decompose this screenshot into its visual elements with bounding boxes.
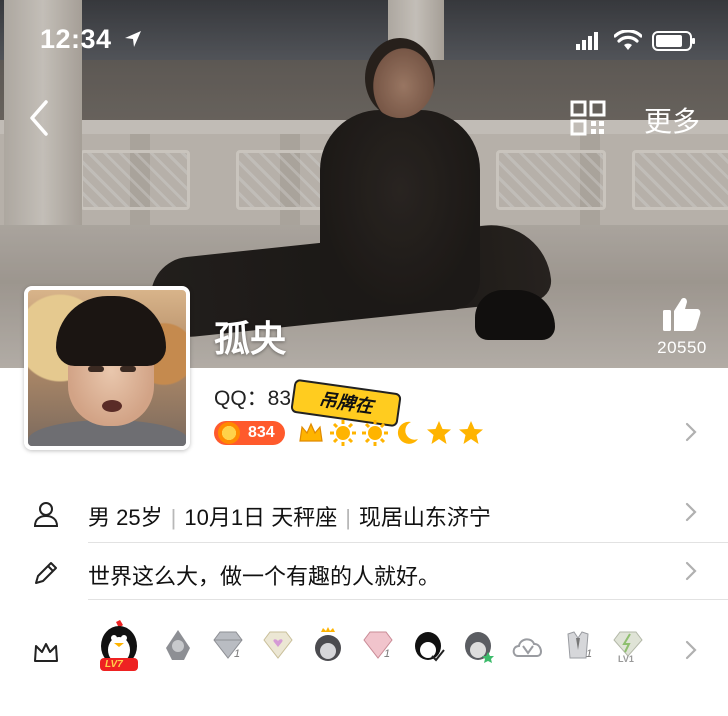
like-button[interactable]: 20550	[650, 296, 714, 360]
avatar-mouth	[102, 400, 122, 412]
cellular-signal-icon	[576, 32, 598, 50]
zodiac: 天秤座	[271, 505, 338, 530]
thumbs-up-icon	[663, 297, 701, 331]
qq-penguin-level-badge: LV7	[96, 620, 142, 672]
heart-diamond-icon	[263, 631, 293, 659]
nickname: 孤央	[214, 318, 287, 359]
sun-icon	[329, 420, 356, 446]
sun-icon	[361, 420, 388, 446]
crown-penguin-icon	[315, 627, 341, 661]
location: 现居山东济宁	[358, 505, 491, 530]
pencil-icon	[35, 562, 57, 584]
badge-count: 1	[586, 648, 593, 660]
penguin-star-badge	[460, 626, 496, 666]
penguin-badge	[160, 626, 196, 666]
row-divider	[88, 599, 728, 600]
heart-diamond-badge	[260, 626, 296, 666]
chevron-right-icon	[685, 561, 697, 581]
avatar-eye	[88, 366, 104, 372]
chevron-right-icon[interactable]	[684, 422, 698, 442]
location-arrow-icon	[125, 31, 141, 47]
level-coin-icon	[218, 422, 240, 444]
diamond-icon	[213, 631, 243, 659]
badge-level-label: LV1	[618, 654, 634, 664]
birthday: 10月1日	[184, 505, 266, 530]
like-count: 20550	[657, 338, 707, 357]
penguin-level-label: LV7	[105, 659, 123, 670]
lightning-level-badge: LV1	[610, 626, 646, 666]
signature-row[interactable]: 世界这么大，做一个有趣的人就好。	[0, 543, 728, 599]
penguin-icon	[465, 632, 494, 663]
status-time: 12:34	[40, 24, 112, 54]
level-value: 834	[248, 424, 275, 441]
suit-badge: 1	[560, 626, 596, 666]
pink-diamond-badge: 1	[360, 626, 396, 666]
qr-code-icon[interactable]	[570, 100, 606, 136]
crown-penguin-badge	[310, 626, 346, 666]
crown-outline-icon	[34, 643, 58, 662]
pink-diamond-icon	[363, 631, 393, 659]
battery-icon	[652, 31, 695, 51]
basic-info-text: 男 25岁 | 10月1日 天秤座 | 现居山东济宁	[88, 500, 491, 532]
penguin-check-badge	[410, 626, 446, 666]
penguin-icon	[415, 632, 445, 662]
avatar-eye	[120, 366, 136, 372]
signature-text: 世界这么大，做一个有趣的人就好。	[88, 564, 441, 589]
badge-count: 1	[384, 648, 391, 660]
status-bar: 12:34	[0, 22, 728, 62]
person-icon	[33, 502, 59, 527]
crown-icon	[299, 422, 323, 442]
badge-list[interactable]: LV7 1 1 1 LV1	[96, 620, 660, 672]
separator: |	[345, 505, 351, 530]
basic-info-row[interactable]: 男 25岁 | 10月1日 天秤座 | 现居山东济宁	[0, 484, 728, 540]
avatar[interactable]	[24, 286, 190, 450]
diamond-badge: 1	[210, 626, 246, 666]
more-button[interactable]: 更多	[644, 100, 700, 140]
gender: 男	[88, 505, 111, 530]
separator: |	[170, 505, 177, 530]
back-chevron-icon[interactable]	[22, 98, 56, 138]
suit-icon	[567, 631, 589, 659]
gray-penguin-icon	[166, 630, 190, 660]
wifi-icon	[614, 30, 642, 50]
moon-icon	[397, 421, 418, 444]
qq-label: QQ：	[214, 387, 268, 410]
level-row[interactable]: 834	[214, 418, 485, 448]
chevron-right-icon	[685, 640, 697, 660]
chevron-right-icon	[685, 502, 697, 522]
level-badge: 834	[214, 421, 285, 445]
cloud-v-badge	[510, 626, 546, 666]
age: 25岁	[116, 505, 163, 530]
star-icon	[426, 421, 451, 444]
star-icon	[458, 421, 483, 444]
badge-count: 1	[234, 648, 241, 660]
cloud-v-icon	[512, 638, 542, 657]
